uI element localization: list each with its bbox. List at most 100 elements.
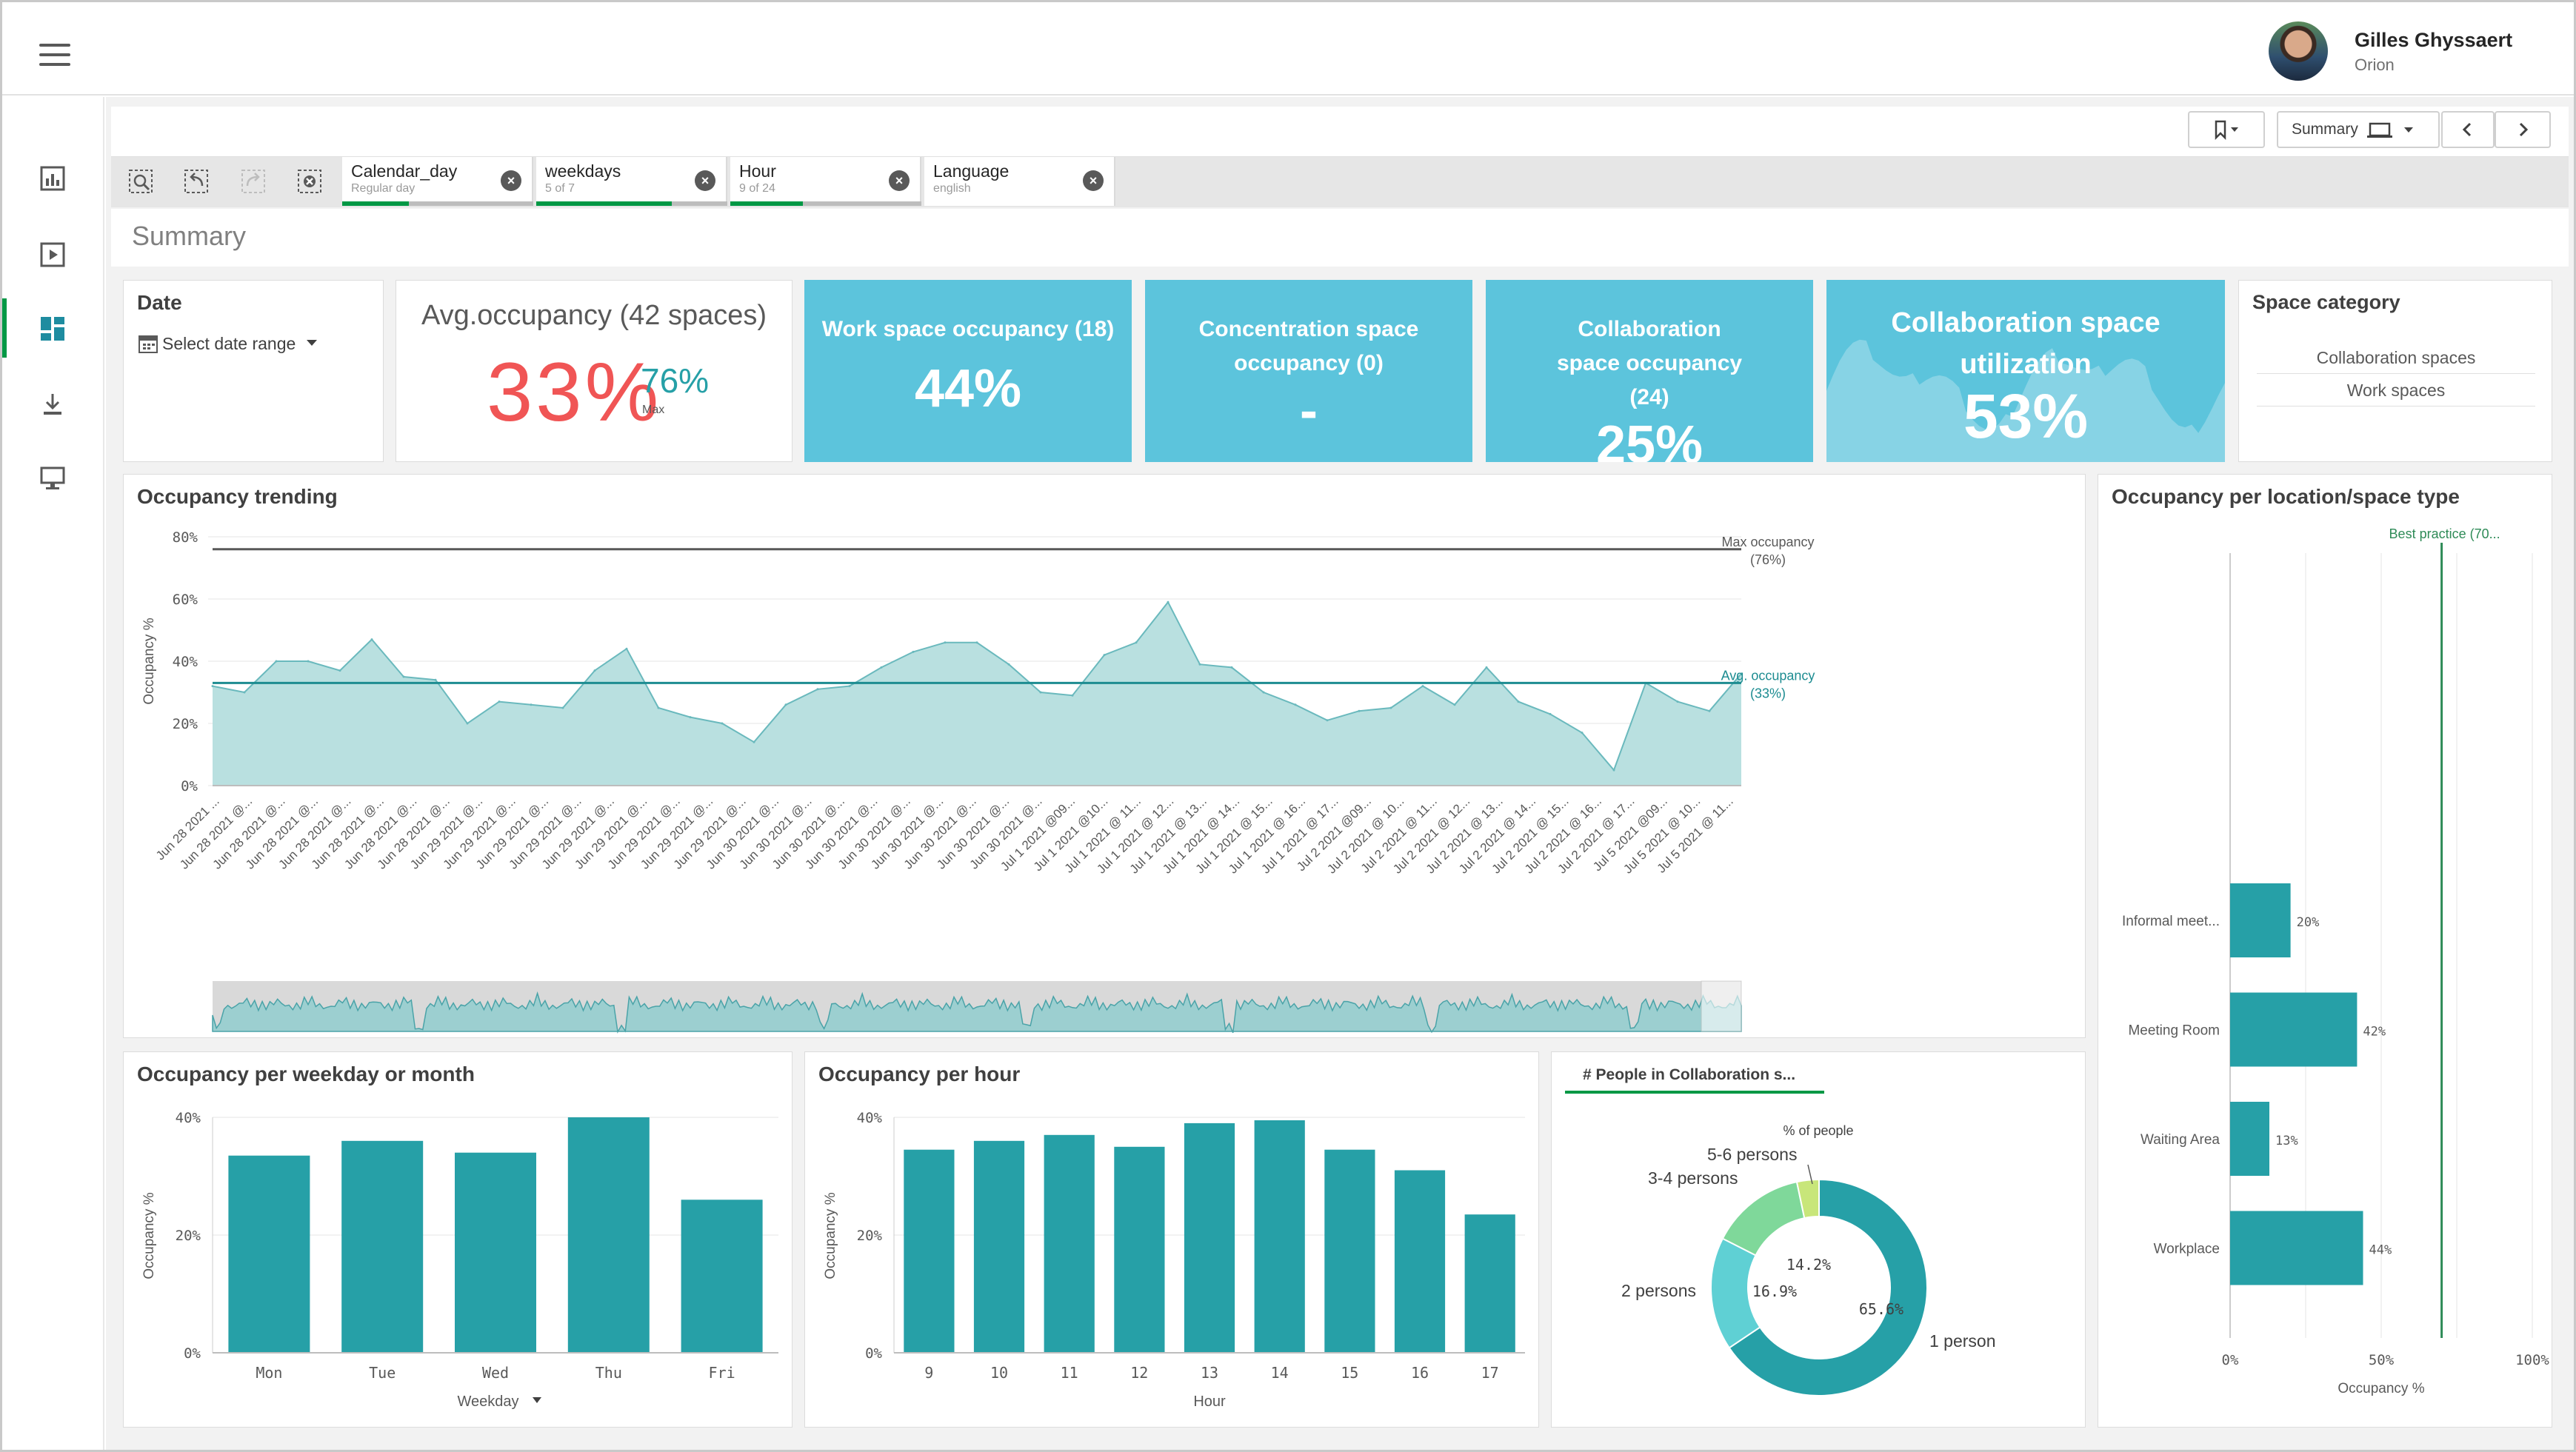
data-point — [1485, 666, 1488, 669]
clear-selection-icon[interactable]: × — [889, 170, 910, 191]
menu-icon[interactable] — [39, 44, 70, 66]
step-forward-icon[interactable] — [238, 167, 268, 196]
pie-value-label: 65.6% — [1859, 1300, 1903, 1318]
previous-sheet-button[interactable] — [2441, 111, 2495, 148]
hour-card: Occupancy per hour 0% 20% 40% Occupancy % 9 1… — [804, 1051, 1539, 1428]
bookmark-button[interactable] — [2188, 111, 2265, 148]
data-point — [561, 706, 564, 709]
selection-chip-weekdays[interactable]: weekdays 5 of 7 × — [536, 157, 727, 206]
clear-selection-icon[interactable]: × — [695, 170, 715, 191]
weekday-card: Occupancy per weekday or month 0% 20% 40% O… — [123, 1051, 793, 1428]
data-point — [1071, 694, 1074, 697]
storytelling-icon[interactable] — [38, 240, 67, 270]
caret-down-icon — [533, 1397, 541, 1403]
y-tick-label: Meeting Room — [2128, 1023, 2220, 1039]
selection-chip-hour[interactable]: Hour 9 of 24 × — [730, 157, 921, 206]
collaboration-utilization-kpi: Collaboration space utilization 53% — [1826, 280, 2225, 462]
data-point — [625, 647, 628, 650]
sheets-icon — [2366, 122, 2413, 138]
selection-bar — [342, 201, 409, 206]
y-tick-label: 0% — [181, 778, 198, 794]
date-range-picker[interactable]: Select date range — [137, 332, 321, 355]
max-occupancy-label: Max — [642, 404, 665, 416]
occupancy-trending-chart[interactable]: 0% 20% 40% 60% 80% Occupancy % Max occupancy (7… — [124, 475, 2086, 1039]
space-category-item[interactable]: Work spaces — [2257, 374, 2535, 407]
location-card: Occupancy per location/space type 0% 50% 1… — [2098, 474, 2552, 1428]
bar — [1394, 1170, 1446, 1353]
x-tick-label: 50% — [2369, 1352, 2395, 1368]
sheet-selector[interactable]: Summary — [2277, 111, 2440, 148]
date-filter-card: Date Select date range — [123, 280, 384, 462]
clear-selection-icon[interactable]: × — [1083, 170, 1104, 191]
x-tick-label: Tue — [369, 1364, 396, 1382]
pie-value-label: 14.2% — [1786, 1256, 1831, 1274]
data-point — [1294, 703, 1297, 706]
data-point — [689, 716, 692, 719]
space-category-item[interactable]: Collaboration spaces — [2257, 341, 2535, 374]
y-tick-label: 40% — [857, 1110, 883, 1126]
x-tick-label: 17 — [1481, 1364, 1499, 1382]
selection-chip-calendar-day[interactable]: Calendar_day Regular day × — [342, 157, 533, 206]
weekday-chart[interactable]: 0% 20% 40% Occupancy % Mon Tue Wed Thu Fri Weekda… — [124, 1052, 793, 1428]
data-point — [912, 650, 915, 653]
chip-state: 5 of 7 — [545, 182, 575, 195]
data-point — [243, 691, 246, 694]
avg-occupancy-value: 33% — [487, 346, 662, 438]
pie-category-label: 3-4 persons — [1648, 1168, 1738, 1188]
step-back-icon[interactable] — [181, 167, 211, 196]
sheet-title: Summary — [132, 221, 247, 251]
download-icon[interactable] — [38, 389, 67, 419]
bar — [455, 1152, 536, 1353]
clear-all-icon[interactable] — [295, 167, 324, 196]
avg-occupancy-kpi: Avg.occupancy (42 spaces) 33% 76% Max — [396, 280, 793, 462]
y-axis-label: Occupancy % — [141, 1192, 157, 1279]
y-tick-label: 80% — [173, 529, 198, 546]
data-point — [211, 685, 214, 688]
x-tick-label: 15 — [1341, 1364, 1358, 1382]
x-axis-label: Hour — [1193, 1394, 1226, 1410]
user-org: Orion — [2355, 56, 2395, 74]
data-point — [593, 669, 596, 672]
data-point — [1230, 666, 1233, 669]
data-point — [816, 688, 819, 691]
work-space-kpi: Work space occupancy (18) 44% — [804, 280, 1132, 462]
bar — [2230, 1102, 2269, 1176]
chevron-right-icon — [2519, 122, 2529, 137]
y-tick-label: 40% — [176, 1110, 201, 1126]
best-practice-label: Best practice (70... — [2389, 526, 2500, 541]
y-tick-label: Waiting Area — [2140, 1132, 2220, 1148]
selection-chip-language[interactable]: Language english × — [924, 157, 1115, 206]
x-tick-label: Wed — [482, 1364, 509, 1382]
x-axis-label: Weekday — [457, 1394, 518, 1410]
pie-category-label: 1 person — [1929, 1331, 1996, 1351]
x-tick-label: 100% — [2515, 1352, 2549, 1368]
sheet-selector-label: Summary — [2292, 121, 2358, 138]
smart-search-icon[interactable] — [126, 167, 156, 196]
data-point — [1198, 663, 1201, 666]
data-point — [530, 703, 533, 706]
bar — [1464, 1214, 1515, 1353]
dashboard-icon[interactable] — [38, 314, 67, 344]
x-tick-label: 10 — [990, 1364, 1008, 1382]
clear-selection-icon[interactable]: × — [501, 170, 521, 191]
date-range-label: Select date range — [162, 333, 296, 353]
people-donut-chart[interactable]: % of people 65.6% 16.9% 14.2% 1 person 2 pers… — [1552, 1052, 2086, 1428]
x-tick-label: 13 — [1201, 1364, 1218, 1382]
bar — [1254, 1120, 1305, 1353]
monitor-icon[interactable] — [38, 464, 67, 493]
data-point — [1581, 732, 1584, 735]
y-axis-label: Occupancy % — [141, 618, 157, 704]
max-occupancy-value: 76% — [641, 361, 710, 400]
y-tick-label: 20% — [857, 1228, 883, 1244]
hour-chart[interactable]: 0% 20% 40% Occupancy % 9 10 11 12 13 14 15 16 17 Hour — [805, 1052, 1540, 1428]
calendar-icon — [139, 335, 158, 353]
avatar[interactable] — [2269, 21, 2328, 81]
analytics-icon[interactable] — [38, 164, 67, 193]
next-sheet-button[interactable] — [2495, 111, 2551, 148]
collaboration-occupancy-kpi-title: Collaboration space occupancy (24) — [1556, 317, 1743, 409]
data-point — [1135, 641, 1138, 644]
data-point — [307, 660, 310, 663]
scrollbar-handle — [1701, 980, 1742, 1032]
y-tick-label: 0% — [865, 1345, 882, 1362]
location-chart[interactable]: 0% 50% 100% Occupancy % Best practice (70...… — [2098, 475, 2553, 1428]
